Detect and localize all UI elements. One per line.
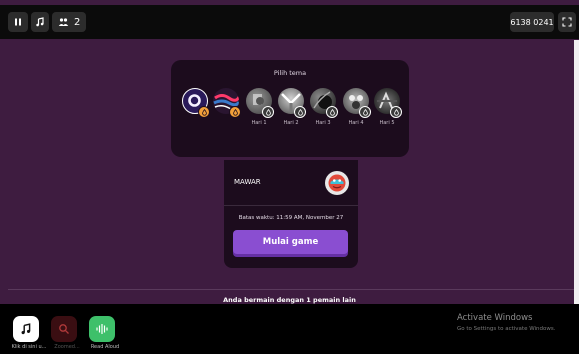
activate-windows-title: Activate Windows — [457, 313, 533, 323]
drop-icon — [265, 108, 271, 116]
lock-badge — [359, 106, 371, 118]
pause-button[interactable] — [8, 12, 28, 32]
players-note: Anda bermain dengan 1 pemain lain — [223, 296, 356, 304]
drop-icon — [297, 108, 303, 116]
lock-badge — [229, 106, 241, 118]
search-icon — [51, 316, 77, 342]
theme-label: Hari 5 — [379, 120, 395, 126]
sound-wave-icon — [89, 316, 115, 342]
drop-icon — [393, 108, 399, 116]
music-note-icon — [36, 17, 44, 27]
deadline-text: Batas waktu: 11:59 AM, November 27 — [238, 215, 344, 221]
drop-icon — [329, 108, 335, 116]
theme-option[interactable]: Hari 1 — [244, 88, 274, 132]
drop-icon — [201, 108, 207, 116]
players-icon — [58, 18, 69, 26]
fullscreen-button[interactable] — [558, 12, 576, 32]
music-note-icon — [13, 316, 39, 342]
theme-label: Hari 1 — [251, 120, 267, 126]
players-count: 2 — [74, 16, 81, 28]
divider — [8, 289, 574, 290]
theme-option[interactable]: Hari 4 — [341, 88, 371, 132]
pause-icon — [15, 18, 21, 26]
game-code[interactable]: 6138 0241 — [510, 12, 554, 32]
lock-badge — [198, 106, 210, 118]
game-info-card: MAWAR Batas waktu: 11:59 AM, November 27… — [224, 160, 358, 268]
avatar[interactable] — [325, 171, 349, 195]
activate-windows-subtitle: Go to Settings to activate Windows. — [457, 326, 556, 332]
lock-badge — [390, 106, 402, 118]
drop-icon — [232, 108, 238, 116]
lock-badge — [294, 106, 306, 118]
players-button[interactable]: 2 — [52, 12, 87, 32]
scrollbar[interactable] — [574, 40, 579, 304]
theme-label: Hari 4 — [348, 120, 364, 126]
theme-option[interactable]: Hari 3 — [308, 88, 338, 132]
theme-picker-title: Pilih tema — [273, 69, 307, 77]
start-game-button[interactable]: Mulai game — [233, 230, 348, 254]
theme-picker: Pilih tema Hari 1 Hari 2 Hari 3 Hari 4 H… — [171, 60, 409, 157]
music-button[interactable] — [31, 12, 49, 32]
fullscreen-icon — [562, 17, 572, 27]
theme-label: Hari 2 — [283, 120, 299, 126]
top-bar: 2 6138 0241 — [0, 5, 579, 39]
taskbar-app-read-aloud[interactable]: Read Aloud — [84, 314, 124, 354]
theme-option[interactable]: Hari 5 — [372, 88, 402, 132]
theme-option[interactable] — [180, 88, 210, 132]
lock-badge — [262, 106, 274, 118]
theme-label: Hari 3 — [315, 120, 331, 126]
avatar-monster-icon — [328, 174, 346, 192]
drop-icon — [362, 108, 368, 116]
theme-option[interactable]: Hari 2 — [276, 88, 306, 132]
lock-badge — [326, 106, 338, 118]
theme-option[interactable] — [211, 88, 241, 132]
player-row: MAWAR — [224, 160, 358, 206]
player-name: MAWAR — [234, 178, 261, 186]
taskbar-app-label: Read Aloud — [90, 344, 120, 350]
